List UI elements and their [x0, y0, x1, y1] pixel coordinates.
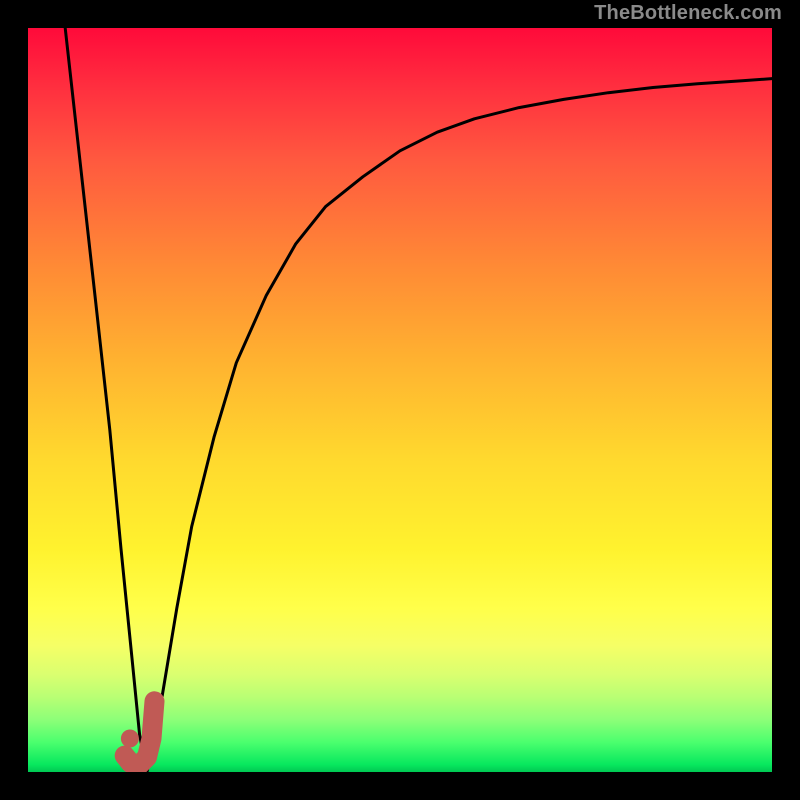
bottleneck-curve: [65, 28, 772, 772]
j-marker-dot: [121, 730, 139, 748]
chart-svg: [28, 28, 772, 772]
watermark-text: TheBottleneck.com: [594, 2, 782, 25]
plot-area: [28, 28, 772, 772]
chart-stage: TheBottleneck.com: [0, 0, 800, 800]
